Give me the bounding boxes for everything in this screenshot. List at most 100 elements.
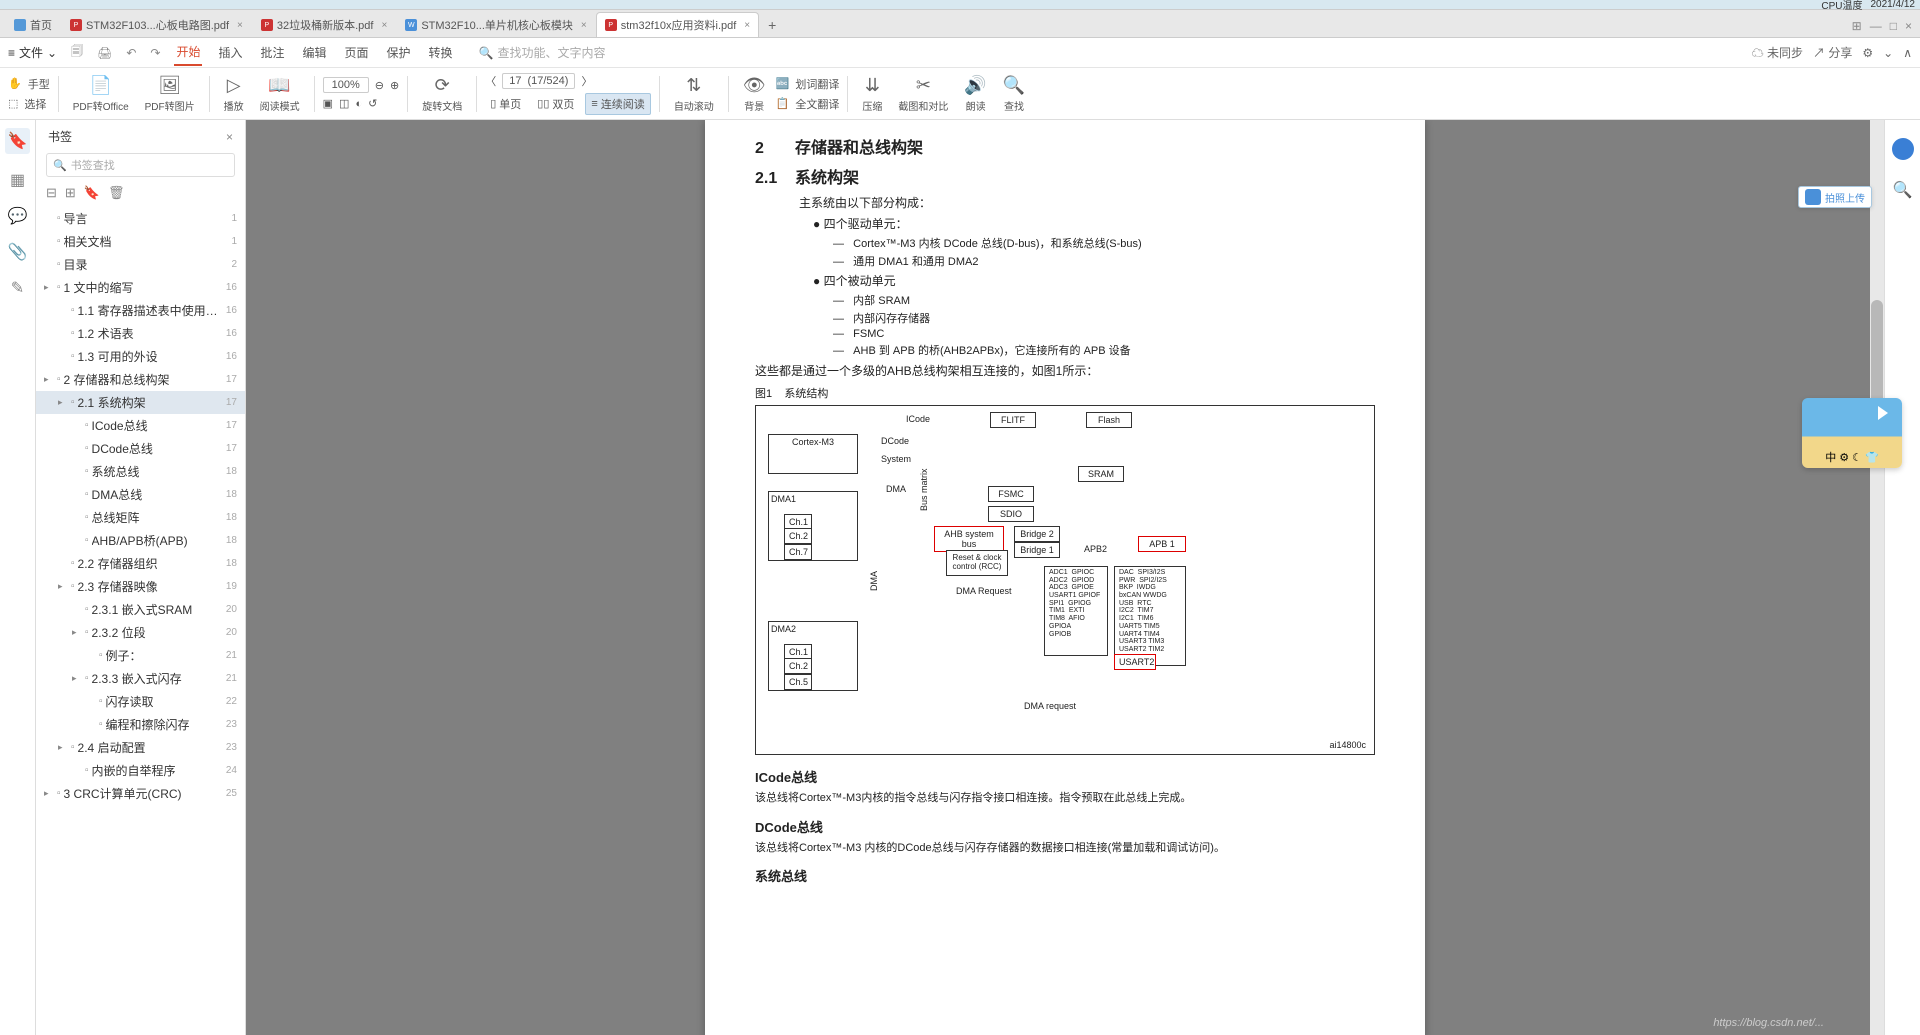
bookmark-item[interactable]: ▸▫2.4 启动配置23 [36, 736, 245, 759]
zoom-level[interactable]: 100% [323, 77, 369, 93]
thumbnails-icon[interactable]: ▦ [10, 170, 25, 190]
word-translate[interactable]: 🔤 划词翻译 [776, 76, 840, 92]
bookmark-item[interactable]: ▫2.3.1 嵌入式SRAM20 [36, 598, 245, 621]
compress[interactable]: ⇊压缩 [856, 75, 888, 113]
window-list-icon[interactable]: ⊞ [1852, 19, 1862, 33]
pdf-to-image[interactable]: 🖼PDF转图片 [139, 75, 201, 113]
bookmark-item[interactable]: ▸▫3 CRC计算单元(CRC)25 [36, 782, 245, 805]
bookmark-item[interactable]: ▫目录2 [36, 253, 245, 276]
ribbon-tab-insert[interactable]: 插入 [216, 40, 244, 65]
bookmark-item[interactable]: ▫系统总线18 [36, 460, 245, 483]
auto-scroll[interactable]: ⇅自动滚动 [668, 75, 720, 113]
rotate-doc[interactable]: ⟳旋转文档 [416, 75, 468, 113]
zoom-tool-icon[interactable]: 🔍 [1893, 180, 1913, 200]
bookmark-item[interactable]: ▸▫2.3 存储器映像19 [36, 575, 245, 598]
attachments-icon[interactable]: 📎 [8, 242, 28, 262]
signature-icon[interactable]: ✎ [11, 278, 24, 298]
rotate-left-icon[interactable]: ↺ [368, 97, 377, 110]
close-icon[interactable]: × [744, 20, 750, 31]
quick-save-icon[interactable]: 🗐 [71, 42, 83, 63]
bookmark-item[interactable]: ▸▫2.3.2 位段20 [36, 621, 245, 644]
close-icon[interactable]: × [381, 20, 387, 31]
bookmark-item[interactable]: ▫内嵌的自举程序24 [36, 759, 245, 782]
page-prev-icon[interactable]: 〈 [485, 73, 496, 89]
select-tool[interactable]: ⬚ 选择 [8, 96, 50, 112]
maximize-icon[interactable]: □ [1890, 19, 1897, 33]
screenshot-compare[interactable]: ✂截图和对比 [892, 75, 954, 113]
bookmark-item[interactable]: ▫1.1 寄存器描述表中使用的缩写列表16 [36, 299, 245, 322]
bookmark-item[interactable]: ▫2.2 存储器组织18 [36, 552, 245, 575]
bookmark-item[interactable]: ▸▫2.1 系统构架17 [36, 391, 245, 414]
tab-doc-3[interactable]: WSTM32F10...单片机核心板模块× [396, 12, 595, 37]
ribbon-tab-start[interactable]: 开始 [174, 39, 202, 66]
quick-undo-icon[interactable]: ↶ [126, 46, 136, 60]
double-page-mode[interactable]: ▯▯ 双页 [532, 94, 579, 114]
minimize-icon[interactable]: — [1870, 19, 1882, 33]
bm-expand-icon[interactable]: ⊟ [46, 185, 57, 201]
close-icon[interactable]: × [581, 20, 587, 31]
function-search[interactable]: 🔍 查找功能、文字内容 [479, 44, 606, 61]
actual-size-icon[interactable]: ◐ [355, 98, 362, 110]
bookmark-item[interactable]: ▫ICode总线17 [36, 414, 245, 437]
fit-width-icon[interactable]: ▣ [323, 97, 333, 110]
hand-tool[interactable]: ✋ 手型 [8, 76, 50, 92]
bookmark-item[interactable]: ▫闪存读取22 [36, 690, 245, 713]
new-tab-button[interactable]: + [759, 12, 785, 37]
full-translate[interactable]: 📋 全文翻译 [776, 96, 840, 112]
bm-collapse-icon[interactable]: ⊞ [65, 185, 76, 201]
assistant-icon[interactable] [1892, 138, 1914, 160]
settings-icon[interactable]: ⚙ [1862, 46, 1873, 60]
bm-add-icon[interactable]: 🔖 [84, 185, 100, 201]
close-icon[interactable]: × [237, 20, 243, 31]
bookmark-item[interactable]: ▫总线矩阵18 [36, 506, 245, 529]
pdf-to-office[interactable]: 📄PDF转Office [67, 75, 135, 113]
bookmark-item[interactable]: ▸▫2 存储器和总线构架17 [36, 368, 245, 391]
sync-status[interactable]: ☁ 未同步 [1752, 44, 1803, 61]
zoom-in-icon[interactable]: ⊕ [390, 79, 399, 92]
ribbon-tab-annotate[interactable]: 批注 [258, 40, 286, 65]
tab-doc-4[interactable]: Pstm32f10x应用资料i.pdf× [596, 12, 759, 37]
ribbon-tab-page[interactable]: 页面 [343, 40, 371, 65]
single-page-mode[interactable]: ▯ 单页 [485, 94, 526, 114]
bookmark-item[interactable]: ▫导言1 [36, 207, 245, 230]
tab-home[interactable]: 首页 [5, 12, 61, 37]
bookmark-item[interactable]: ▸▫1 文中的缩写16 [36, 276, 245, 299]
bm-delete-icon[interactable]: 🗑 [108, 185, 125, 201]
ribbon-tab-convert[interactable]: 转换 [427, 40, 455, 65]
comments-icon[interactable]: 💬 [8, 206, 28, 226]
bookmark-item[interactable]: ▸▫2.3.3 嵌入式闪存21 [36, 667, 245, 690]
fit-page-icon[interactable]: ◫ [339, 97, 349, 110]
upload-widget[interactable]: 拍照上传 [1798, 186, 1872, 208]
quick-redo-icon[interactable]: ↷ [150, 46, 160, 60]
ime-widget[interactable]: 中 ⚙ ☾ 👕 [1802, 398, 1902, 468]
play-button[interactable]: ▷播放 [218, 75, 250, 113]
bookmark-item[interactable]: ▫编程和擦除闪存23 [36, 713, 245, 736]
quick-print-icon[interactable]: 🖨 [97, 46, 112, 60]
bookmark-item[interactable]: ▫DCode总线17 [36, 437, 245, 460]
read-mode[interactable]: 📖阅读模式 [254, 75, 306, 113]
help-icon[interactable]: ∧ [1903, 46, 1912, 60]
collapse-ribbon-icon[interactable]: ⌄ [1883, 46, 1893, 60]
ribbon-tab-protect[interactable]: 保护 [385, 40, 413, 65]
bookmark-item[interactable]: ▫1.2 术语表16 [36, 322, 245, 345]
close-panel-icon[interactable]: × [226, 130, 233, 144]
window-close-icon[interactable]: × [1905, 19, 1912, 33]
tab-doc-1[interactable]: PSTM32F103...心板电路图.pdf× [61, 12, 252, 37]
background[interactable]: 👁背景 [737, 75, 772, 113]
zoom-out-icon[interactable]: ⊖ [375, 79, 384, 92]
tab-doc-2[interactable]: P32垃圾桶新版本.pdf× [252, 12, 396, 37]
document-viewport[interactable]: 2存储器和总线构架 2.1系统构架 主系统由以下部分构成： ● 四个驱动单元： … [246, 120, 1884, 1035]
file-menu[interactable]: ≡ 文件 ⌄ [8, 44, 57, 61]
ribbon-tab-edit[interactable]: 编辑 [301, 40, 329, 65]
bookmark-search[interactable]: 🔍 书签查找 [46, 153, 235, 177]
read-aloud[interactable]: 🔊朗读 [958, 75, 992, 113]
share-button[interactable]: ↗ 分享 [1813, 44, 1852, 61]
bookmark-item[interactable]: ▫DMA总线18 [36, 483, 245, 506]
find[interactable]: 🔍查找 [997, 75, 1031, 113]
bookmark-item[interactable]: ▫相关文档1 [36, 230, 245, 253]
bookmark-item[interactable]: ▫例子：21 [36, 644, 245, 667]
bookmark-item[interactable]: ▫1.3 可用的外设16 [36, 345, 245, 368]
scrollbar[interactable] [1870, 120, 1884, 1035]
bookmark-item[interactable]: ▫AHB/APB桥(APB)18 [36, 529, 245, 552]
bookmark-icon[interactable]: 🔖 [5, 128, 31, 154]
